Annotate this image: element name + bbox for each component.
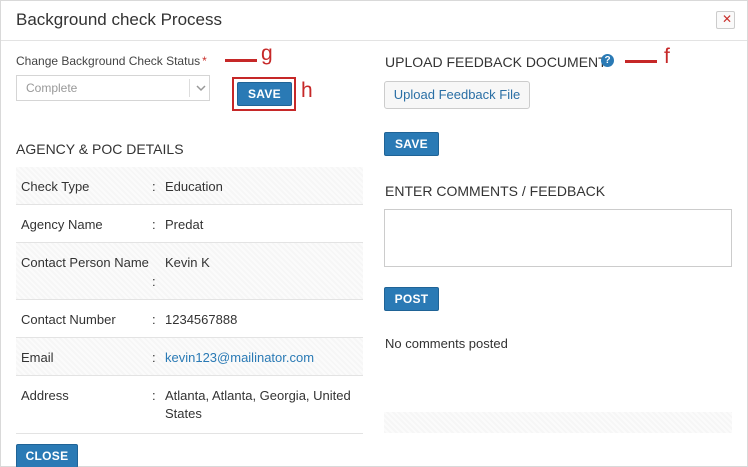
row-label: Address <box>21 388 69 403</box>
comments-list-footer <box>384 412 732 433</box>
close-modal-button[interactable]: ✕ <box>716 11 735 29</box>
status-select-value: Complete <box>26 81 78 95</box>
row-label: Agency Name <box>21 217 103 232</box>
row-value: Predat <box>165 217 204 232</box>
agency-section-title: AGENCY & POC DETAILS <box>16 141 184 157</box>
comments-textarea[interactable] <box>384 209 732 267</box>
row-label: Email <box>21 350 54 365</box>
post-comment-button[interactable]: POST <box>384 287 439 311</box>
email-link[interactable]: kevin123@mailinator.com <box>165 350 314 365</box>
status-field-label: Change Background Check Status * <box>16 54 207 68</box>
comments-section-title: ENTER COMMENTS / FEEDBACK <box>385 183 606 199</box>
required-mark: * <box>202 54 207 68</box>
detail-row-agency-name: Agency Name : Predat <box>16 205 363 243</box>
select-divider <box>189 79 190 97</box>
no-comments-text: No comments posted <box>385 336 508 351</box>
annotation-line-f <box>625 60 657 63</box>
post-button-label: POST <box>394 292 429 306</box>
row-separator: : <box>152 217 156 232</box>
row-value-line-2: States <box>165 406 202 421</box>
detail-row-contact-person: Contact Person Name : Kevin K <box>16 243 363 300</box>
close-button[interactable]: CLOSE <box>16 444 78 467</box>
detail-row-address: Address : Atlanta, Atlanta, Georgia, Uni… <box>16 376 363 434</box>
modal-title: Background check Process <box>16 10 222 29</box>
row-separator: : <box>152 388 156 403</box>
row-value: Education <box>165 179 223 194</box>
status-label-text: Change Background Check Status <box>16 54 201 68</box>
background-check-modal: Background check Process ✕ Change Backgr… <box>0 0 748 467</box>
chevron-down-icon <box>196 85 206 92</box>
detail-row-contact-number: Contact Number : 1234567888 <box>16 300 363 338</box>
annotation-label-g: g <box>261 42 273 65</box>
row-value: Kevin K <box>165 255 210 270</box>
help-icon[interactable]: ? <box>601 54 614 67</box>
annotation-line-g <box>225 59 257 62</box>
annotation-label-f: f <box>664 45 670 68</box>
save-status-button[interactable]: SAVE <box>237 82 292 106</box>
row-label: Check Type <box>21 179 90 194</box>
row-separator: : <box>152 312 156 327</box>
row-label: Contact Number <box>21 312 116 327</box>
annotation-label-h: h <box>301 79 313 102</box>
modal-header: Background check Process ✕ <box>1 1 747 41</box>
row-value-line-1: Atlanta, Atlanta, Georgia, United <box>165 388 351 403</box>
close-button-label: CLOSE <box>25 449 69 463</box>
row-separator: : <box>152 274 156 289</box>
row-value: 1234567888 <box>165 312 238 327</box>
row-separator: : <box>152 179 156 194</box>
save-upload-button[interactable]: SAVE <box>384 132 439 156</box>
upload-section-title: UPLOAD FEEDBACK DOCUMENT <box>385 54 607 70</box>
close-icon: ✕ <box>722 12 733 26</box>
upload-feedback-file-button[interactable]: Upload Feedback File <box>384 81 530 109</box>
row-separator: : <box>152 350 156 365</box>
status-select[interactable]: Complete <box>16 75 210 101</box>
detail-row-check-type: Check Type : Education <box>16 167 363 205</box>
save-upload-label: SAVE <box>395 137 428 151</box>
detail-row-email: Email : kevin123@mailinator.com <box>16 338 363 376</box>
row-label: Contact Person Name <box>21 255 149 270</box>
save-status-label: SAVE <box>248 87 281 101</box>
